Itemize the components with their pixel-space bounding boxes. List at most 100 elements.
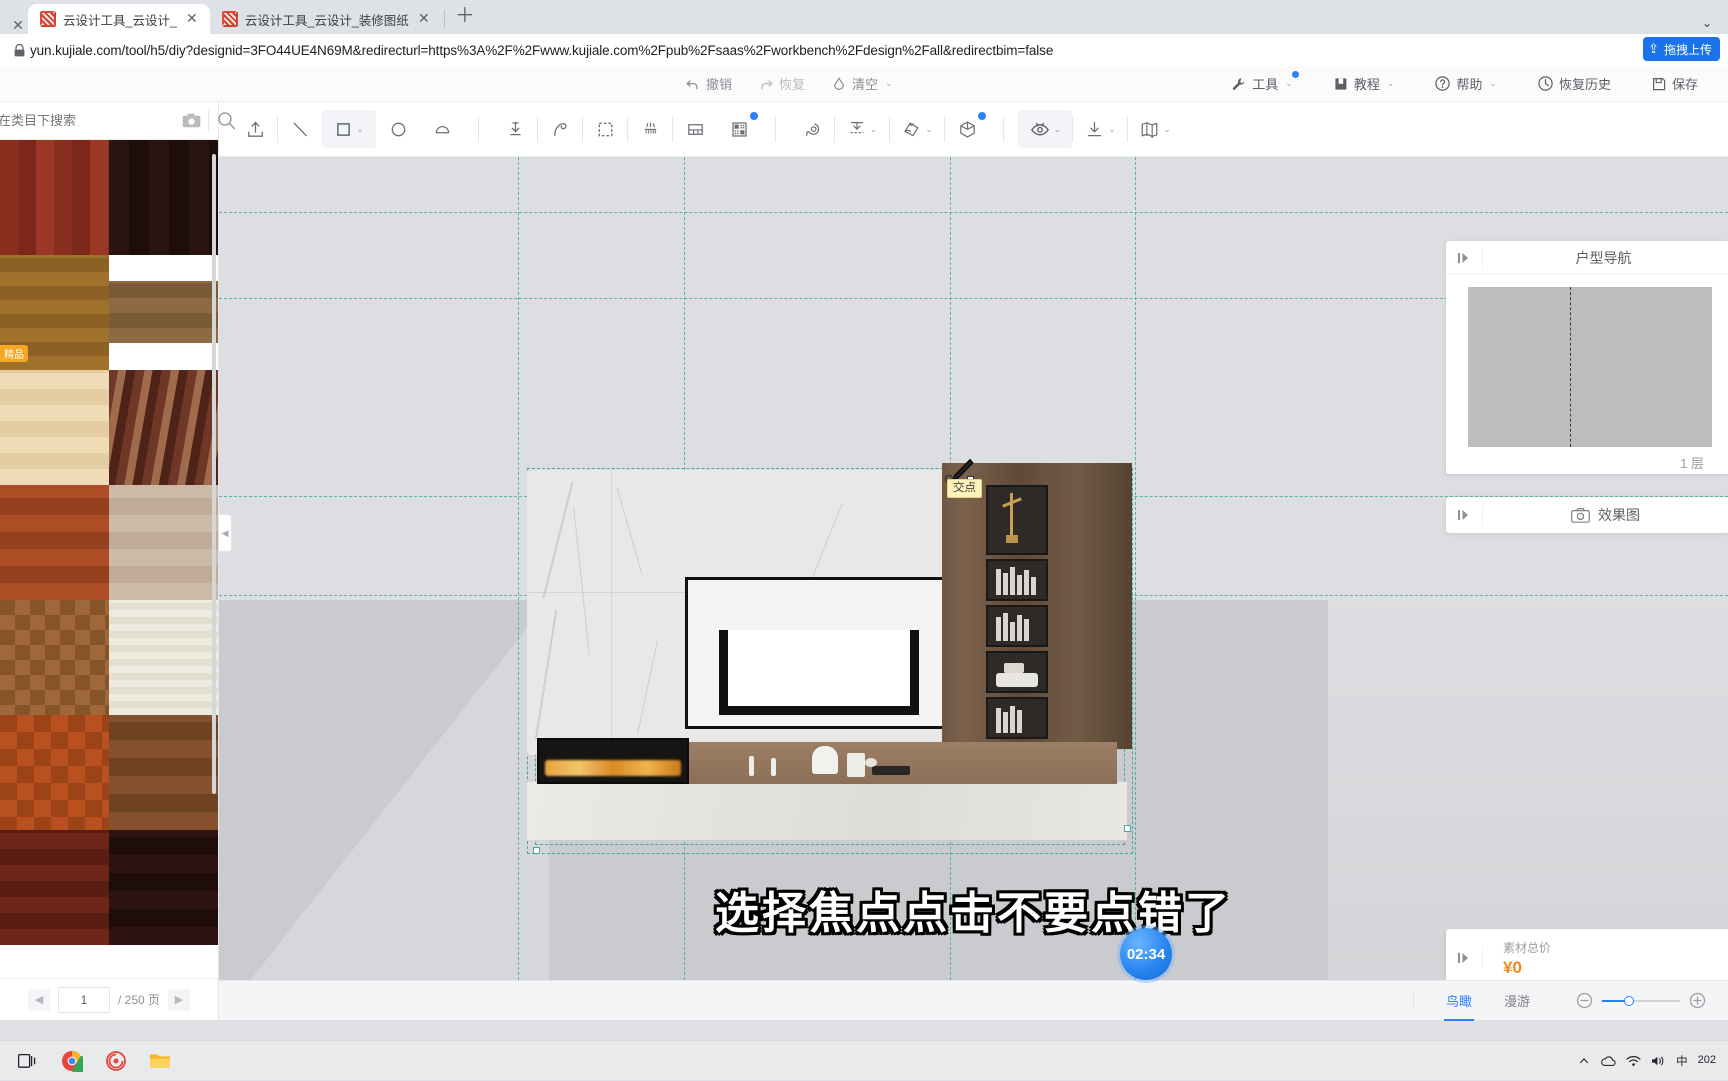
collapse-panel-icon[interactable]: ◀	[219, 514, 232, 552]
chevron-down-icon: ⌄	[1387, 78, 1395, 89]
material-swatch[interactable]	[109, 830, 218, 945]
eye-visibility-icon-button[interactable]: ⌄	[1018, 110, 1072, 148]
selection-handle[interactable]	[1124, 825, 1131, 832]
menu-redo[interactable]: 恢复	[745, 66, 818, 102]
minimap[interactable]	[1468, 287, 1712, 447]
material-swatch[interactable]	[0, 370, 109, 485]
tab-close-leading[interactable]: ✕	[10, 18, 26, 34]
view-tab-birdseye[interactable]: 鸟瞰	[1430, 981, 1488, 1021]
expand-panel-icon[interactable]	[1446, 252, 1482, 264]
material-swatch[interactable]	[0, 600, 109, 715]
material-swatch[interactable]	[0, 140, 109, 255]
curve-wall-icon-button[interactable]	[538, 110, 582, 148]
chevron-down-icon[interactable]: ⌄	[1054, 124, 1062, 135]
close-icon[interactable]: ✕	[184, 11, 200, 27]
material-swatch[interactable]	[109, 140, 218, 255]
layout-map-icon-button[interactable]: ⌄	[1128, 110, 1182, 148]
chevron-down-icon[interactable]: ⌄	[1163, 124, 1171, 135]
circle-tool-icon-button[interactable]	[376, 110, 420, 148]
tabstrip: ✕ 云设计工具_云设计_ ✕ 云设计工具_云设计_装修图纸 ✕ ＋	[0, 0, 1692, 34]
zoom-slider[interactable]	[1602, 1000, 1680, 1002]
align-icon-button[interactable]: ⌄	[835, 110, 889, 148]
zoom-in-icon[interactable]	[1689, 992, 1706, 1009]
menu-undo[interactable]: 撤销	[672, 66, 745, 102]
menu-history[interactable]: 恢复历史	[1517, 66, 1631, 102]
ceiling-icon-button[interactable]	[628, 110, 672, 148]
omnibox[interactable]: yun.kujiale.com/tool/h5/diy?designid=3FO…	[0, 34, 1728, 66]
zoom-out-icon[interactable]	[1576, 992, 1593, 1009]
search-input[interactable]	[0, 113, 174, 128]
scrollbar-track[interactable]	[212, 142, 216, 976]
material-swatch[interactable]	[0, 485, 109, 600]
windows-taskbar: 中 202	[0, 1040, 1728, 1080]
menu-save[interactable]: 保存	[1631, 66, 1718, 102]
next-page-button[interactable]: ▶	[168, 989, 190, 1011]
material-swatch[interactable]	[109, 485, 218, 600]
tv-wall-group[interactable]	[527, 470, 1137, 860]
new-tab-button[interactable]: ＋	[451, 3, 479, 31]
task-view-icon[interactable]	[6, 1041, 50, 1081]
onedrive-icon[interactable]	[1600, 1055, 1616, 1067]
material-swatch[interactable]	[0, 715, 109, 830]
arc-tool-icon-button[interactable]	[420, 110, 464, 148]
menu-tools[interactable]: 工具 ⌄	[1211, 66, 1313, 102]
line-tool-icon-button[interactable]	[278, 110, 322, 148]
chevron-down-icon[interactable]: ⌄	[1108, 124, 1116, 135]
system-clock[interactable]: 202	[1698, 1054, 1716, 1067]
download-icon-button[interactable]: ⌄	[1073, 110, 1127, 148]
chrome-icon[interactable]	[50, 1041, 94, 1081]
browser-tab-1[interactable]: 云设计工具_云设计_ ✕	[28, 4, 210, 34]
scrollbar-thumb[interactable]	[212, 154, 216, 794]
tab-divider	[444, 10, 445, 28]
design-canvas[interactable]: 交点 选择焦点点击不要点错了 户型导航 1 层	[219, 157, 1728, 1020]
browser-tab-2[interactable]: 云设计工具_云设计_装修图纸 ✕	[210, 4, 442, 34]
view-tab-walkthrough[interactable]: 漫游	[1488, 981, 1546, 1021]
volume-icon[interactable]	[1651, 1055, 1666, 1067]
import-model-icon-button[interactable]	[493, 110, 537, 148]
material-swatch[interactable]	[0, 830, 109, 945]
search-icon[interactable]	[209, 111, 243, 130]
material-swatch[interactable]	[109, 715, 218, 830]
network-icon[interactable]	[1626, 1055, 1641, 1067]
paint-brush-icon-button[interactable]: ⌄	[890, 110, 944, 148]
chevron-down-icon[interactable]: ⌄	[870, 124, 878, 135]
select-area-icon-button[interactable]	[583, 110, 627, 148]
cube-icon-button[interactable]	[945, 110, 989, 148]
menu-clear[interactable]: 清空 ⌄	[818, 66, 906, 102]
fireplace	[537, 738, 689, 784]
zoom-slider-knob[interactable]	[1624, 996, 1634, 1006]
prev-page-button[interactable]: ◀	[28, 989, 50, 1011]
ime-language-indicator[interactable]: 中	[1676, 1053, 1688, 1069]
camera-search-icon[interactable]	[174, 113, 208, 128]
selection-handle[interactable]	[533, 847, 540, 854]
measure-tape-icon-button[interactable]	[790, 110, 834, 148]
chevron-down-icon[interactable]: ⌄	[356, 124, 364, 135]
material-swatch[interactable]	[109, 255, 218, 370]
menu-help[interactable]: 帮助 ⌄	[1414, 66, 1517, 102]
minimize-icon[interactable]: ⌄	[1692, 16, 1722, 30]
material-swatch-grid[interactable]: 精品	[0, 140, 218, 978]
material-swatch[interactable]: 精品	[0, 255, 109, 370]
design-app: 撤销 恢复 清空 ⌄ 工具 ⌄ 教程 ⌄	[0, 66, 1728, 1020]
material-swatch[interactable]	[109, 370, 218, 485]
menu-tools-label: 工具	[1252, 74, 1278, 93]
render-image-panel[interactable]: 效果图	[1446, 497, 1728, 533]
price-label: 素材总价	[1503, 939, 1551, 956]
page-number-input[interactable]: 1	[58, 987, 110, 1013]
chevron-down-icon[interactable]: ⌄	[925, 124, 933, 135]
rectangle-tool-icon-button[interactable]: ⌄	[322, 110, 376, 148]
expand-panel-icon[interactable]	[1446, 952, 1482, 964]
menu-tutorial[interactable]: 教程 ⌄	[1313, 66, 1415, 102]
material-swatch[interactable]	[109, 600, 218, 715]
file-explorer-icon[interactable]	[138, 1041, 182, 1081]
mosaic-icon-button[interactable]	[717, 110, 761, 148]
material-price-panel[interactable]: 素材总价 ¥0	[1446, 929, 1728, 987]
expand-panel-icon[interactable]	[1446, 509, 1482, 521]
floorplan-split-icon-button[interactable]	[673, 110, 717, 148]
caret-up-icon[interactable]	[1578, 1055, 1590, 1067]
extension-upload-button[interactable]: ⇪ 拖拽上传	[1643, 37, 1720, 61]
menubar-right-group: 工具 ⌄ 教程 ⌄ 帮助 ⌄ 恢复历史 保存	[1211, 66, 1718, 102]
close-icon[interactable]: ✕	[416, 11, 432, 27]
page-total-label: / 250 页	[118, 991, 160, 1008]
recorder-icon[interactable]	[94, 1041, 138, 1081]
